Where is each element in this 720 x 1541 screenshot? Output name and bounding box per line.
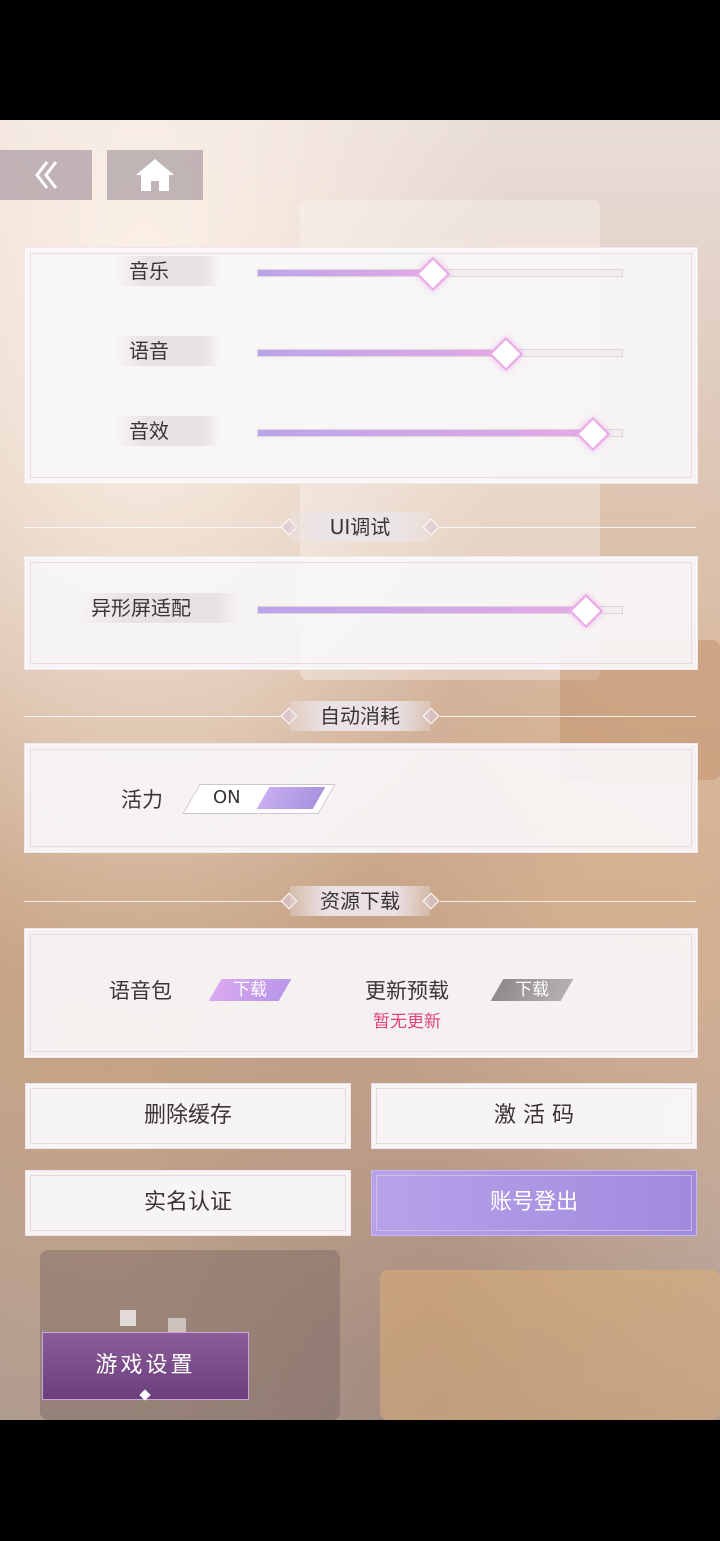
section-title: 自动消耗 [290,701,430,731]
back-button[interactable] [0,150,92,200]
home-button[interactable] [107,150,203,200]
tab-game-settings[interactable]: 游戏设置 [42,1332,249,1401]
ui-debug-panel: 异形屏适配 [24,556,698,670]
toggle-text: ON [213,787,241,808]
divider [440,716,696,717]
settings-screen: 音乐 语音 音效 UI调试 异形屏适配 自动消耗 活力 ON 资源下载 语音包 … [0,120,720,1420]
real-name-verify-button[interactable]: 实名认证 [25,1170,351,1236]
resource-download-panel: 语音包 下载 更新预载 下载 暂无更新 [24,928,698,1058]
bg-floor [380,1270,720,1420]
divider [440,901,696,902]
home-icon [136,159,174,191]
section-title: 资源下载 [290,886,430,916]
sfx-label: 音效 [115,416,219,446]
activation-code-button[interactable]: 激 活 码 [371,1083,697,1149]
resource-download-header: 资源下载 [0,886,720,916]
notch-adapt-slider[interactable] [257,594,623,628]
notch-adapt-slider-fill [258,607,586,613]
auto-consume-panel: 活力 ON [24,743,698,853]
music-slider-knob[interactable] [416,257,450,291]
divider [440,527,696,528]
notch-adapt-label: 异形屏适配 [77,593,241,623]
auto-consume-header: 自动消耗 [0,701,720,731]
voice-slider-knob[interactable] [489,337,523,371]
update-preload-label: 更新预载 [365,979,449,1003]
sfx-slider[interactable] [257,417,623,451]
stamina-toggle[interactable]: ON [182,784,336,814]
voice-slider-fill [258,350,506,356]
audio-panel: 音乐 语音 音效 [24,247,698,484]
tab-decoration [168,1318,186,1332]
sfx-slider-knob[interactable] [576,417,610,451]
voice-label: 语音 [115,336,219,366]
clear-cache-button[interactable]: 删除缓存 [25,1083,351,1149]
section-title: UI调试 [290,512,430,542]
logout-button[interactable]: 账号登出 [371,1170,697,1236]
divider [24,527,284,528]
sfx-slider-fill [258,430,593,436]
ui-debug-header: UI调试 [0,512,720,542]
music-slider[interactable] [257,257,623,291]
voice-pack-label: 语音包 [109,979,172,1003]
music-slider-fill [258,270,433,276]
music-label: 音乐 [115,256,219,286]
update-preload-download-button[interactable]: 下载 [490,979,574,1001]
tab-decoration [120,1310,136,1326]
update-status-text: 暂无更新 [373,1012,441,1032]
notch-adapt-slider-knob[interactable] [569,594,603,628]
divider [24,901,284,902]
voice-slider[interactable] [257,337,623,371]
voice-pack-download-button[interactable]: 下载 [208,979,292,1001]
double-chevron-left-icon [35,161,58,189]
stamina-label: 活力 [121,788,163,812]
divider [24,716,284,717]
